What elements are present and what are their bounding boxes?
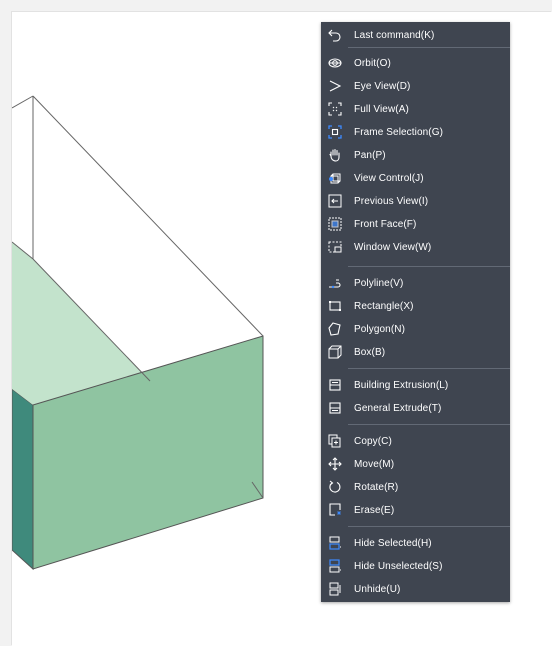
- view-control-icon: [321, 167, 348, 189]
- polyline-icon: [321, 272, 348, 294]
- copy-icon: [321, 430, 348, 452]
- context-menu: Last command(K) Orbit(O) Eye View(D) Ful…: [321, 22, 510, 602]
- menu-item-polyline[interactable]: Polyline(V): [321, 272, 510, 294]
- menu-item-polygon[interactable]: Polygon(N): [321, 318, 510, 340]
- eye-view-icon: [321, 75, 348, 97]
- rectangle-icon: [321, 295, 348, 317]
- menu-item-general-extrude[interactable]: General Extrude(T): [321, 397, 510, 419]
- menu-separator: [348, 47, 510, 48]
- menu-item-previous-view[interactable]: Previous View(I): [321, 190, 510, 212]
- menu-item-hide-unselected[interactable]: Hide Unselected(S): [321, 555, 510, 577]
- menu-item-rotate[interactable]: Rotate(R): [321, 476, 510, 498]
- menu-item-window-view[interactable]: Window View(W): [321, 236, 510, 258]
- menu-item-frame-selection[interactable]: Frame Selection(G): [321, 121, 510, 143]
- menu-item-building-extrusion[interactable]: Building Extrusion(L): [321, 374, 510, 396]
- menu-item-pan[interactable]: Pan(P): [321, 144, 510, 166]
- frame-selection-icon: [321, 121, 348, 143]
- box-side-face[interactable]: [12, 388, 34, 571]
- unhide-icon: [321, 578, 348, 600]
- pan-hand-icon: [321, 144, 348, 166]
- menu-item-last-command[interactable]: Last command(K): [321, 24, 510, 46]
- menu-item-copy[interactable]: Copy(C): [321, 430, 510, 452]
- general-extrude-icon: [321, 397, 348, 419]
- menu-separator: [348, 424, 510, 425]
- front-face-icon: [321, 213, 348, 235]
- previous-view-icon: [321, 190, 348, 212]
- polygon-icon: [321, 318, 348, 340]
- menu-item-eye-view[interactable]: Eye View(D): [321, 75, 510, 97]
- hide-unselected-icon: [321, 555, 348, 577]
- box-icon: [321, 341, 348, 363]
- erase-icon: [321, 499, 348, 521]
- menu-item-orbit[interactable]: Orbit(O): [321, 52, 510, 74]
- window-view-icon: [321, 236, 348, 258]
- orbit-icon: [321, 52, 348, 74]
- menu-item-view-control[interactable]: View Control(J): [321, 167, 510, 189]
- menu-item-unhide[interactable]: Unhide(U): [321, 578, 510, 600]
- menu-item-full-view[interactable]: Full View(A): [321, 98, 510, 120]
- menu-item-erase[interactable]: Erase(E): [321, 499, 510, 521]
- hide-selected-icon: [321, 532, 348, 554]
- menu-item-front-face[interactable]: Front Face(F): [321, 213, 510, 235]
- move-icon: [321, 453, 348, 475]
- menu-separator: [348, 266, 510, 267]
- menu-separator: [348, 526, 510, 527]
- menu-item-box[interactable]: Box(B): [321, 341, 510, 363]
- building-extrusion-icon: [321, 374, 348, 396]
- menu-separator: [348, 368, 510, 369]
- menu-item-rectangle[interactable]: Rectangle(X): [321, 295, 510, 317]
- rotate-icon: [321, 476, 348, 498]
- undo-arrow-icon: [321, 24, 348, 46]
- menu-item-move[interactable]: Move(M): [321, 453, 510, 475]
- menu-item-hide-selected[interactable]: Hide Selected(H): [321, 532, 510, 554]
- full-view-icon: [321, 98, 348, 120]
